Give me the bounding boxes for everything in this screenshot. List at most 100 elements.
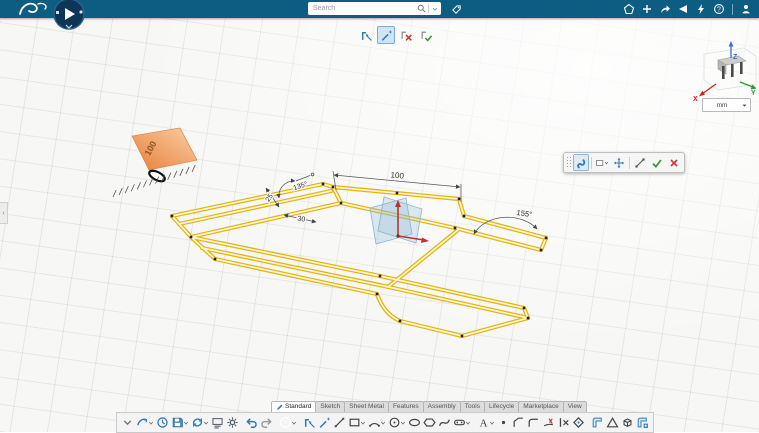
- undo-icon: [245, 416, 258, 429]
- arc-button[interactable]: [367, 415, 387, 431]
- add-button[interactable]: [640, 2, 654, 16]
- search-options-chevron-icon[interactable]: [431, 5, 439, 13]
- bend-button[interactable]: [605, 415, 620, 431]
- flange-plus-icon: [636, 416, 649, 429]
- cancel-icon: [668, 157, 680, 169]
- smart-sketch-button[interactable]: [317, 415, 332, 431]
- line-icon: [333, 416, 346, 429]
- user-pin-button[interactable]: [739, 2, 753, 16]
- chevron-down-icon: [741, 102, 748, 109]
- units-value: mm: [703, 102, 741, 109]
- share-button[interactable]: [676, 2, 690, 16]
- viewport-grid[interactable]: [0, 18, 759, 432]
- tab-sketch[interactable]: Sketch: [315, 401, 345, 412]
- compass-tag-button[interactable]: [622, 2, 636, 16]
- action-bar-toolbar: ?A: [116, 412, 654, 433]
- play-emblem[interactable]: [50, 0, 88, 35]
- undo-button[interactable]: [244, 415, 259, 431]
- tab-features[interactable]: Features: [388, 401, 424, 412]
- tab-view[interactable]: View: [563, 401, 587, 412]
- exit-accept-button[interactable]: [417, 26, 435, 44]
- tab-assembly[interactable]: Assembly: [423, 401, 461, 412]
- tab-tools[interactable]: Tools: [460, 401, 485, 412]
- smart-sketch-button[interactable]: [377, 26, 395, 44]
- trim-button[interactable]: [541, 415, 556, 431]
- point-button[interactable]: [496, 415, 511, 431]
- flange-plus-button[interactable]: [635, 415, 650, 431]
- ellipse-button[interactable]: [407, 415, 422, 431]
- tab-label: Tools: [465, 402, 480, 412]
- spline-button[interactable]: [437, 415, 452, 431]
- tab-label: View: [568, 402, 582, 412]
- batch-transfer-button[interactable]: [210, 415, 225, 431]
- help-button[interactable]: ?: [712, 2, 726, 16]
- drag-grip[interactable]: [566, 156, 571, 169]
- spline-handle-icon: [575, 157, 587, 169]
- sketch-corner-button[interactable]: [357, 26, 375, 44]
- smart-sketch-icon: [318, 416, 331, 429]
- share-arrow-button[interactable]: [658, 2, 672, 16]
- swym-button[interactable]: [694, 2, 708, 16]
- sketch-icon: [303, 416, 316, 429]
- sketch-button[interactable]: [302, 415, 317, 431]
- svg-text:?: ?: [283, 418, 287, 427]
- share-icon: [677, 3, 689, 15]
- chamfer-button[interactable]: [511, 415, 526, 431]
- line-button[interactable]: [332, 415, 347, 431]
- dot-mini-icon: [79, 10, 82, 13]
- circle-button[interactable]: [387, 415, 407, 431]
- polygon-button[interactable]: [422, 415, 437, 431]
- svg-text:?: ?: [717, 7, 721, 14]
- save-button[interactable]: [170, 415, 190, 431]
- spline-handle-button[interactable]: [573, 154, 589, 171]
- fillet-button[interactable]: [526, 415, 541, 431]
- search-divider: [428, 4, 429, 13]
- constraint-button[interactable]: [556, 415, 571, 431]
- panel-expand-handle[interactable]: ‹: [0, 202, 8, 224]
- exit-cancel-button[interactable]: [397, 26, 415, 44]
- solid-icon: [621, 416, 634, 429]
- move-button[interactable]: [611, 154, 627, 171]
- help-button[interactable]: ?: [278, 415, 298, 431]
- action-bar-tabs: StandardSketch Sheet Metal Features Assembl…: [271, 401, 586, 412]
- style-box-button[interactable]: [594, 154, 610, 171]
- toolbar-separator: [629, 157, 630, 169]
- svg-text:A: A: [480, 417, 488, 429]
- ellipse-icon: [408, 416, 421, 429]
- sync-button[interactable]: [190, 415, 210, 431]
- tab-label: Features: [393, 402, 419, 412]
- settings-button[interactable]: [225, 415, 240, 431]
- tag-button[interactable]: [449, 2, 464, 16]
- overflow-icon: [121, 416, 134, 429]
- tab-label: Sheet Metal: [349, 402, 384, 412]
- line-segment-button[interactable]: [632, 154, 648, 171]
- sketch-pencil-icon: [276, 404, 283, 411]
- new-model-button[interactable]: [135, 415, 155, 431]
- batch-transfer-icon: [211, 416, 224, 429]
- accept-button[interactable]: [649, 154, 665, 171]
- dropdown-caret-icon: [148, 420, 154, 426]
- exit-accept-icon: [420, 29, 433, 42]
- project-button[interactable]: [571, 415, 586, 431]
- cancel-button[interactable]: [666, 154, 682, 171]
- tab-lifecycle[interactable]: Lifecycle: [484, 401, 519, 412]
- search-icon[interactable]: [417, 4, 426, 13]
- share-arrow-icon: [659, 3, 671, 15]
- open-history-button[interactable]: [155, 415, 170, 431]
- dropdown-caret-icon: [380, 420, 386, 426]
- redo-button[interactable]: [259, 415, 274, 431]
- flange-button[interactable]: [590, 415, 605, 431]
- search-input[interactable]: [308, 5, 417, 12]
- spline-icon: [438, 416, 451, 429]
- 3ds-logo[interactable]: [16, 0, 50, 18]
- text-button[interactable]: A: [476, 415, 496, 431]
- tab-marketplace[interactable]: Marketplace: [518, 401, 563, 412]
- tab-sheet-metal[interactable]: Sheet Metal: [344, 401, 389, 412]
- overflow-button[interactable]: [120, 415, 135, 431]
- tab-standard[interactable]: Standard: [271, 401, 316, 412]
- units-dropdown[interactable]: mm: [702, 98, 751, 112]
- slot-button[interactable]: [452, 415, 472, 431]
- solid-button[interactable]: [620, 415, 635, 431]
- redo-icon: [260, 416, 273, 429]
- rectangle-button[interactable]: [347, 415, 367, 431]
